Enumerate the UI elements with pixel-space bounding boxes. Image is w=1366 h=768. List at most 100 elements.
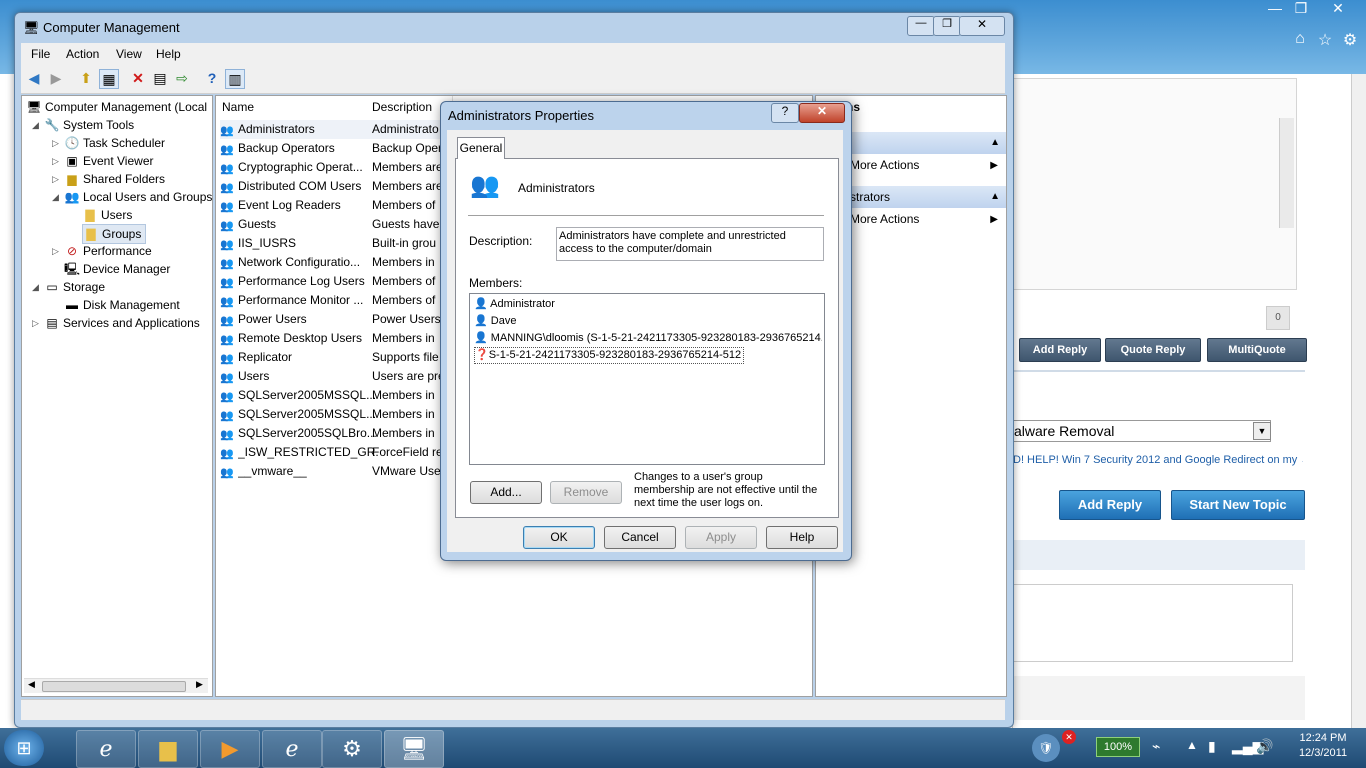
favorites-star-icon[interactable]: ☆ bbox=[1315, 30, 1335, 50]
member-item[interactable]: 👤 Administrator bbox=[474, 296, 555, 313]
start-button[interactable]: ⊞ bbox=[4, 730, 44, 766]
expand-arrow-icon[interactable]: ▷ bbox=[52, 156, 62, 167]
show-action-pane-icon[interactable]: ▥ bbox=[225, 69, 245, 89]
settings-gear-icon[interactable]: ⚙ bbox=[1340, 30, 1360, 50]
quick-reply-box[interactable] bbox=[1013, 584, 1293, 662]
close-button[interactable]: ✕ bbox=[959, 16, 1005, 36]
group-icon: 👥 bbox=[220, 467, 234, 479]
collapse-up-icon[interactable]: ▲ bbox=[990, 186, 1000, 208]
menu-view[interactable]: View bbox=[116, 47, 142, 61]
power-plug-icon[interactable]: ▮ bbox=[1208, 738, 1216, 755]
cancel-button[interactable]: Cancel bbox=[604, 526, 676, 549]
dialog-help-button[interactable]: ? bbox=[771, 103, 799, 123]
members-list[interactable]: 👤 Administrator 👤 Dave 👤 MANNING\dloomis… bbox=[469, 293, 825, 465]
remove-button[interactable]: Remove bbox=[550, 481, 622, 504]
chevron-down-icon[interactable]: ▼ bbox=[1253, 422, 1271, 440]
settings-taskbar-icon[interactable]: ⚙ bbox=[322, 730, 382, 768]
restore-icon[interactable]: ❐ bbox=[1289, 0, 1313, 18]
group-name-cell: __vmware__ bbox=[238, 464, 307, 478]
scroll-right-icon[interactable]: ▶ bbox=[196, 679, 203, 690]
quote-reply-button[interactable]: Quote Reply bbox=[1105, 338, 1201, 362]
start-new-topic-button[interactable]: Start New Topic bbox=[1171, 490, 1305, 520]
export-list-icon[interactable]: ⇨ bbox=[173, 69, 191, 87]
tree-computer-management[interactable]: 🖥 Computer Management (Local bbox=[26, 98, 207, 116]
tree-horizontal-scrollbar[interactable]: ◀ ▶ bbox=[24, 678, 208, 693]
minimize-icon[interactable]: — bbox=[1263, 0, 1287, 18]
group-icon: 👥 bbox=[220, 448, 234, 460]
clock[interactable]: 12:24 PM 12/3/2011 bbox=[1288, 732, 1358, 759]
computer-management-taskbar-icon[interactable]: 🖥 bbox=[384, 730, 444, 768]
explorer-taskbar-icon[interactable]: ▆ bbox=[138, 730, 198, 768]
expand-arrow-icon[interactable]: ▷ bbox=[52, 246, 62, 257]
collapse-arrow-icon[interactable]: ◢ bbox=[52, 192, 62, 203]
delete-icon[interactable]: ✕ bbox=[129, 69, 147, 87]
scroll-left-icon[interactable]: ◀ bbox=[28, 679, 35, 690]
forum-jump-select[interactable]: alware Removal bbox=[1013, 420, 1271, 442]
tree-services-applications[interactable]: ▤ Services and Applications bbox=[44, 314, 199, 332]
collapse-arrow-icon[interactable]: ◢ bbox=[32, 120, 42, 131]
topic-link[interactable]: D! HELP! Win 7 Security 2012 and Google … bbox=[1013, 454, 1303, 466]
security-tray-icon[interactable]: 🛡 bbox=[1032, 734, 1060, 762]
tree-storage[interactable]: ▭ Storage bbox=[44, 278, 105, 296]
tree-performance[interactable]: ⊘ Performance bbox=[64, 242, 152, 260]
battery-percentage[interactable]: 100% bbox=[1096, 737, 1140, 757]
tree-system-tools[interactable]: 🔧 System Tools bbox=[44, 116, 135, 134]
home-icon[interactable]: ⌂ bbox=[1290, 30, 1310, 50]
properties-icon[interactable]: ▤ bbox=[151, 69, 169, 87]
dialog-close-button[interactable]: ✕ bbox=[799, 103, 845, 123]
expand-arrow-icon[interactable]: ▷ bbox=[52, 138, 62, 149]
cm-titlebar[interactable]: 🖥 Computer Management — ❐ ✕ bbox=[15, 13, 1013, 43]
apply-button[interactable]: Apply bbox=[685, 526, 757, 549]
ie-taskbar-icon[interactable]: ℯ bbox=[76, 730, 136, 768]
web-page: 0 Add Reply Quote Reply MultiQuote alwar… bbox=[1012, 74, 1366, 728]
menu-help[interactable]: Help bbox=[156, 47, 181, 61]
help-button[interactable]: Help bbox=[766, 526, 838, 549]
collapse-arrow-icon[interactable]: ◢ bbox=[32, 282, 42, 293]
multiquote-button[interactable]: MultiQuote bbox=[1207, 338, 1307, 362]
close-icon[interactable]: ✕ bbox=[1326, 0, 1350, 18]
ie-window-taskbar-icon[interactable]: ℯ bbox=[262, 730, 322, 768]
tree-users[interactable]: ▇ Users bbox=[82, 206, 132, 224]
browser-scrollbar[interactable] bbox=[1351, 74, 1366, 728]
tree-task-scheduler[interactable]: 🕓 Task Scheduler bbox=[64, 134, 166, 152]
member-item-selected[interactable]: ❓S-1-5-21-2421173305-923280183-293676521… bbox=[474, 347, 745, 364]
disk-icon: ▬ bbox=[66, 298, 78, 312]
up-folder-icon[interactable]: ⬆ bbox=[77, 69, 95, 87]
column-header-name[interactable]: Name bbox=[216, 96, 367, 118]
add-reply-big-button[interactable]: Add Reply bbox=[1059, 490, 1161, 520]
tree-local-users-groups[interactable]: 👥 Local Users and Groups bbox=[64, 188, 213, 206]
expand-arrow-icon[interactable]: ▷ bbox=[52, 174, 62, 185]
show-tree-icon[interactable]: ▦ bbox=[99, 69, 119, 89]
media-player-taskbar-icon[interactable]: ▶ bbox=[200, 730, 260, 768]
ok-button[interactable]: OK bbox=[523, 526, 595, 549]
battery-icon[interactable]: ⌁ bbox=[1152, 738, 1160, 755]
tree-event-viewer[interactable]: ▣ Event Viewer bbox=[64, 152, 153, 170]
post-editor-area[interactable] bbox=[1013, 78, 1297, 290]
description-field[interactable]: Administrators have complete and unrestr… bbox=[556, 227, 824, 261]
back-arrow-icon[interactable]: ◀ bbox=[25, 69, 43, 87]
add-button[interactable]: Add... bbox=[470, 481, 542, 504]
add-reply-button[interactable]: Add Reply bbox=[1019, 338, 1101, 362]
tree-device-manager[interactable]: 🖳 Device Manager bbox=[64, 260, 170, 278]
forward-arrow-icon[interactable]: ▶ bbox=[47, 69, 65, 87]
tree-disk-management[interactable]: ▬ Disk Management bbox=[64, 296, 180, 314]
scrollbar[interactable] bbox=[1279, 118, 1294, 228]
group-name-cell: Power Users bbox=[238, 312, 307, 326]
member-item[interactable]: 👤 MANNING\dloomis (S-1-5-21-2421173305-9… bbox=[474, 330, 822, 347]
member-item[interactable]: 👤 Dave bbox=[474, 313, 516, 330]
expand-arrow-icon[interactable]: ▷ bbox=[32, 318, 42, 329]
tree-shared-folders[interactable]: ▆ Shared Folders bbox=[64, 170, 165, 188]
menu-action[interactable]: Action bbox=[66, 47, 99, 61]
help-icon[interactable]: ? bbox=[203, 69, 221, 87]
volume-icon[interactable]: 🔊 bbox=[1256, 738, 1273, 755]
group-icon: 👥 bbox=[470, 172, 500, 199]
show-hidden-icons-icon[interactable]: ▲ bbox=[1186, 738, 1198, 752]
administrators-properties-dialog: Administrators Properties ? ✕ General 👥 … bbox=[440, 101, 852, 561]
menu-file[interactable]: File bbox=[31, 47, 50, 61]
scroll-thumb[interactable] bbox=[42, 681, 186, 692]
minimize-button[interactable]: — bbox=[907, 16, 935, 36]
tab-general[interactable]: General bbox=[457, 137, 505, 159]
tree-groups[interactable]: ▇ Groups bbox=[82, 224, 147, 244]
maximize-button[interactable]: ❐ bbox=[933, 16, 961, 36]
collapse-up-icon[interactable]: ▲ bbox=[990, 132, 1000, 154]
